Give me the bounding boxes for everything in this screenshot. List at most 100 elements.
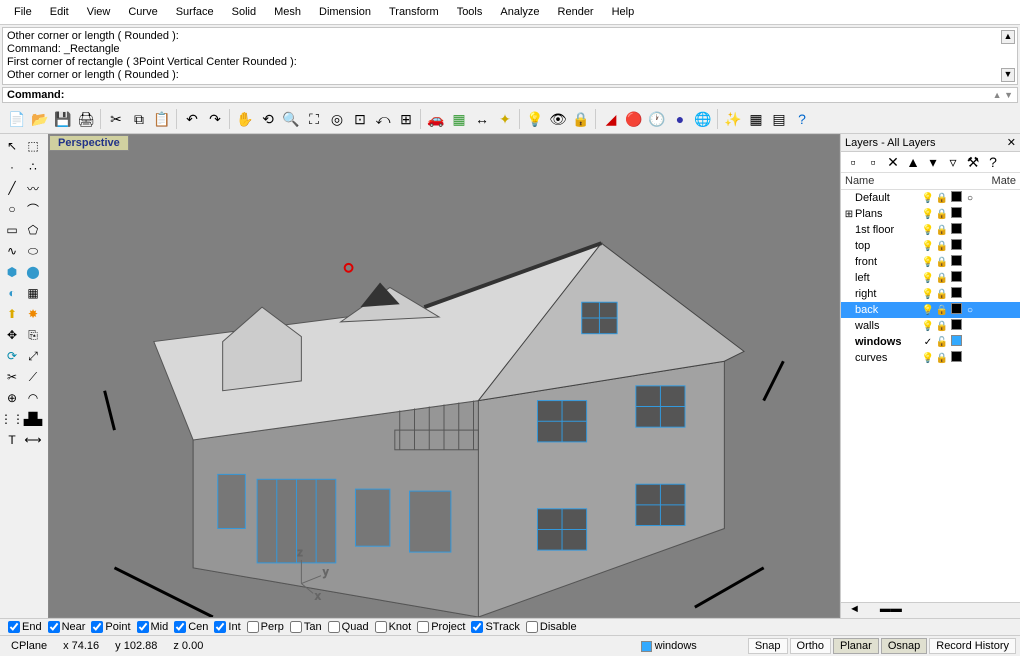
viewport-label[interactable]: Perspective <box>49 135 129 151</box>
filter-icon[interactable]: ▿ <box>945 154 961 170</box>
osnap-int[interactable]: Int <box>214 621 240 633</box>
join-icon[interactable]: ⊕ <box>2 388 22 408</box>
osnap-perp[interactable]: Perp <box>247 621 284 633</box>
osnap-point[interactable]: Point <box>91 621 130 633</box>
new-icon[interactable]: 📄 <box>6 108 28 130</box>
menu-help[interactable]: Help <box>604 4 643 20</box>
array-icon[interactable]: ⋮⋮ <box>2 409 22 429</box>
extrude-icon[interactable]: ⬆ <box>2 304 22 324</box>
zoom-extents-icon[interactable]: ◎ <box>326 108 348 130</box>
status-record-history[interactable]: Record History <box>929 638 1016 654</box>
history-scroll[interactable]: ▲▼ <box>1001 30 1015 82</box>
layer-row-right[interactable]: right💡🔒 <box>841 286 1020 302</box>
osnap-cen[interactable]: Cen <box>174 621 208 633</box>
polygon-icon[interactable]: ⬠ <box>23 220 43 240</box>
menu-surface[interactable]: Surface <box>168 4 222 20</box>
osnap-end[interactable]: End <box>8 621 42 633</box>
command-input[interactable] <box>68 89 993 101</box>
lock-icon[interactable]: 🔒 <box>570 108 592 130</box>
perspective-viewport[interactable]: Perspective <box>48 134 840 618</box>
menu-solid[interactable]: Solid <box>224 4 264 20</box>
status-ortho[interactable]: Ortho <box>790 638 832 654</box>
menu-edit[interactable]: Edit <box>42 4 77 20</box>
line-icon[interactable]: ╱ <box>2 178 22 198</box>
pointer-icon[interactable]: ↖ <box>2 136 22 156</box>
render-sphere-icon[interactable]: ● <box>669 108 691 130</box>
layer-row-windows[interactable]: windows✓🔓 <box>841 334 1020 350</box>
zoom-dynamic-icon[interactable]: 🔍 <box>280 108 302 130</box>
tools-icon[interactable]: ⚒ <box>965 154 981 170</box>
copy-icon[interactable]: ⧉ <box>128 108 150 130</box>
hide-icon[interactable]: 👁 <box>547 108 569 130</box>
menu-mesh[interactable]: Mesh <box>266 4 309 20</box>
split-icon[interactable]: ⟋ <box>23 367 43 387</box>
fillet-icon[interactable]: ◠ <box>23 388 43 408</box>
pan-icon[interactable]: ✋ <box>234 108 256 130</box>
layer-row-walls[interactable]: walls💡🔒 <box>841 318 1020 334</box>
curve-icon[interactable]: ∿ <box>2 241 22 261</box>
status-osnap[interactable]: Osnap <box>881 638 927 654</box>
panel-close-icon[interactable]: ✕ <box>1007 136 1016 149</box>
command-prompt[interactable]: Command: ▲ ▼ <box>2 87 1018 103</box>
rectangle-icon[interactable]: ▭ <box>2 220 22 240</box>
menu-tools[interactable]: Tools <box>449 4 491 20</box>
delete-layer-icon[interactable]: ✕ <box>885 154 901 170</box>
four-view-icon[interactable]: ⊞ <box>395 108 417 130</box>
history-toggles[interactable]: ▲ ▼ <box>993 90 1013 100</box>
car-icon[interactable]: 🚗 <box>425 108 447 130</box>
layer-up-icon[interactable]: ▲ <box>905 154 921 170</box>
status-layer[interactable]: windows <box>634 638 704 654</box>
menu-render[interactable]: Render <box>550 4 602 20</box>
layers-list[interactable]: Default💡🔒○⊞Plans💡🔒1st floor💡🔒top💡🔒front💡… <box>841 190 1020 366</box>
move-icon[interactable]: ↔ <box>471 108 493 130</box>
nudge-icon[interactable]: ✦ <box>494 108 516 130</box>
copy-tool-icon[interactable]: ⎘ <box>23 325 43 345</box>
trim-icon[interactable]: ✂ <box>2 367 22 387</box>
menu-analyze[interactable]: Analyze <box>492 4 547 20</box>
new-layer-icon[interactable]: ▫ <box>845 154 861 170</box>
scale-tool-icon[interactable]: ⤢ <box>23 346 43 366</box>
properties-icon[interactable]: 🕐 <box>646 108 668 130</box>
circle-icon[interactable]: ○ <box>2 199 22 219</box>
rotate-tool-icon[interactable]: ⟳ <box>2 346 22 366</box>
osnap-near[interactable]: Near <box>48 621 86 633</box>
mesh-icon[interactable]: ▦ <box>23 283 43 303</box>
redo-icon[interactable]: ↷ <box>204 108 226 130</box>
osnap-knot[interactable]: Knot <box>375 621 412 633</box>
save-icon[interactable]: 💾 <box>52 108 74 130</box>
dimension-icon[interactable]: ⟷ <box>23 430 43 450</box>
layer-row-plans[interactable]: ⊞Plans💡🔒 <box>841 206 1020 222</box>
explode-icon[interactable]: ✸ <box>23 304 43 324</box>
render-color-icon[interactable]: 🔴 <box>623 108 645 130</box>
osnap-tan[interactable]: Tan <box>290 621 322 633</box>
menu-curve[interactable]: Curve <box>120 4 165 20</box>
layer-down-icon[interactable]: ▾ <box>925 154 941 170</box>
menu-dimension[interactable]: Dimension <box>311 4 379 20</box>
layer-row-top[interactable]: top💡🔒 <box>841 238 1020 254</box>
undo-view-icon[interactable]: ⤺ <box>372 108 394 130</box>
box-icon[interactable]: ⬢ <box>2 262 22 282</box>
options-icon[interactable]: ✨ <box>722 108 744 130</box>
globe-icon[interactable]: 🌐 <box>692 108 714 130</box>
points-icon[interactable]: ∴ <box>23 157 43 177</box>
zoom-window-icon[interactable]: ⛶ <box>303 108 325 130</box>
zoom-selected-icon[interactable]: ⊡ <box>349 108 371 130</box>
layer-row-back[interactable]: back💡🔒○ <box>841 302 1020 318</box>
print-icon[interactable]: 🖨 <box>75 108 97 130</box>
help-icon[interactable]: ? <box>791 108 813 130</box>
cylinder-icon[interactable]: ⬤ <box>23 262 43 282</box>
move-tool-icon[interactable]: ✥ <box>2 325 22 345</box>
surface-tool-icon[interactable]: ◐ <box>2 283 22 303</box>
cut-icon[interactable]: ✂ <box>105 108 127 130</box>
osnap-disable[interactable]: Disable <box>526 621 577 633</box>
open-icon[interactable]: 📂 <box>29 108 51 130</box>
mirror-icon[interactable]: ▟▙ <box>23 409 43 429</box>
undo-icon[interactable]: ↶ <box>181 108 203 130</box>
layer-row-default[interactable]: Default💡🔒○ <box>841 190 1020 206</box>
osnap-strack[interactable]: STrack <box>471 621 519 633</box>
light-icon[interactable]: 💡 <box>524 108 546 130</box>
layer-row-front[interactable]: front💡🔒 <box>841 254 1020 270</box>
point-icon[interactable]: · <box>2 157 22 177</box>
selection-filter-icon[interactable]: ▦ <box>448 108 470 130</box>
layers-scroll[interactable]: ◄▬▬ <box>841 602 1020 618</box>
